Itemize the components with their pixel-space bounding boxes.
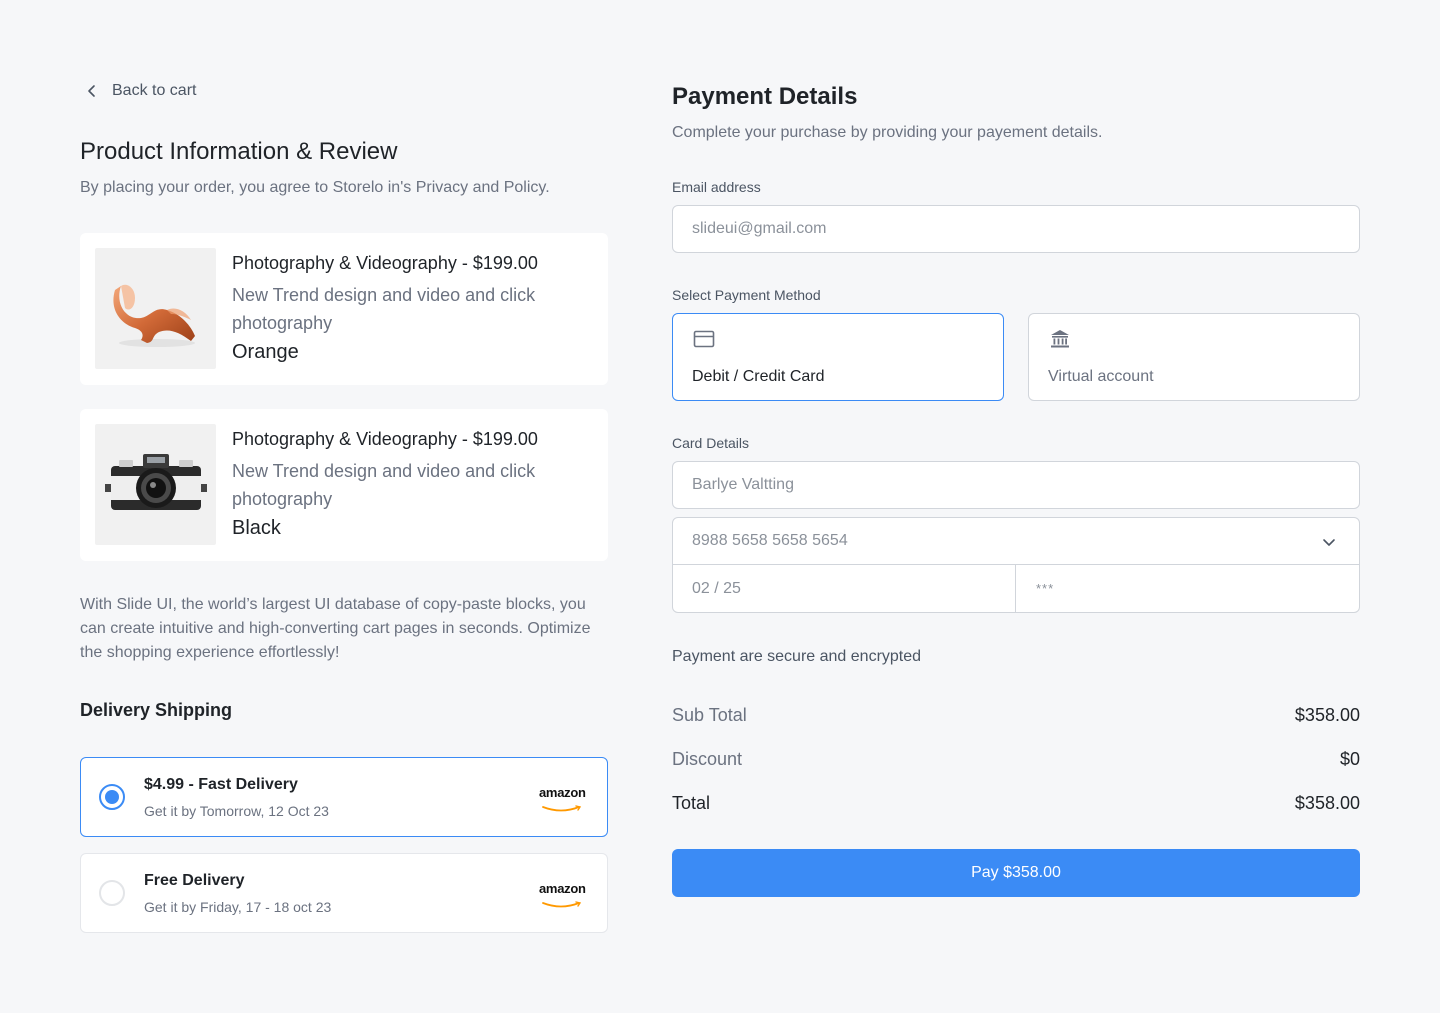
product-info: Photography & Videography - $199.00 New … bbox=[232, 251, 592, 365]
card-expiry-field[interactable]: 02 / 25 bbox=[673, 565, 1016, 612]
amazon-logo: amazon bbox=[539, 882, 587, 908]
payment-method-virtual-account[interactable]: Virtual account bbox=[1028, 313, 1360, 401]
product-color: Black bbox=[232, 517, 281, 539]
delivery-option-fast[interactable]: $4.99 - Fast Delivery Get it by Tomorrow… bbox=[80, 757, 608, 837]
card-details-label: Card Details bbox=[672, 435, 750, 451]
card-number-group: 8988 5658 5658 5654 02 / 25 *** bbox=[672, 517, 1360, 613]
payment-method-label-virtual: Virtual account bbox=[1048, 368, 1154, 385]
pay-button[interactable]: Pay $358.00 bbox=[672, 849, 1360, 897]
credit-card-icon bbox=[693, 330, 715, 348]
product-description: New Trend design and video and click pho… bbox=[232, 285, 536, 333]
delivery-option-eta: Get it by Tomorrow, 12 Oct 23 bbox=[144, 803, 329, 819]
email-field[interactable]: slideui@gmail.com bbox=[672, 205, 1360, 253]
product-title: Photography & Videography - $199.00 bbox=[232, 253, 538, 273]
card-number-field[interactable]: 8988 5658 5658 5654 bbox=[673, 518, 1359, 565]
card-number-value: 8988 5658 5658 5654 bbox=[692, 532, 848, 549]
payment-title: Payment Details bbox=[672, 83, 858, 110]
radio-unselected[interactable] bbox=[99, 880, 125, 906]
promo-blurb: With Slide UI, the world’s largest UI da… bbox=[80, 596, 591, 661]
summary-row-discount: Discount $0 bbox=[672, 749, 1360, 770]
payment-method-label-card: Debit / Credit Card bbox=[692, 368, 825, 385]
product-image-orange-chair bbox=[95, 248, 216, 369]
summary-value: $358.00 bbox=[1294, 793, 1360, 813]
payment-method-card[interactable]: Debit / Credit Card bbox=[672, 313, 1004, 401]
payment-subtitle: Complete your purchase by providing your… bbox=[672, 124, 1103, 141]
chevron-down-icon[interactable] bbox=[1321, 534, 1337, 550]
checkout-page: Back to cart Product Information & Revie… bbox=[0, 0, 1440, 1013]
amazon-logo: amazon bbox=[539, 786, 587, 812]
card-cvc-field[interactable]: *** bbox=[1016, 565, 1359, 612]
delivery-option-eta: Get it by Friday, 17 - 18 oct 23 bbox=[144, 899, 332, 915]
payment-method-label: Select Payment Method bbox=[672, 287, 821, 303]
product-title: Photography & Videography - $199.00 bbox=[232, 429, 538, 449]
summary-row-total: Total $358.00 bbox=[672, 793, 1360, 814]
summary-label: Sub Total bbox=[672, 705, 747, 725]
product-card: Photography & Videography - $199.00 New … bbox=[80, 409, 608, 561]
delivery-option-free[interactable]: Free Delivery Get it by Friday, 17 - 18 … bbox=[80, 853, 608, 933]
summary-row-subtotal: Sub Total $358.00 bbox=[672, 705, 1360, 726]
delivery-title: Delivery Shipping bbox=[80, 700, 233, 720]
agreement-text: By placing your order, you agree to Stor… bbox=[80, 179, 550, 196]
review-title: Product Information & Review bbox=[80, 138, 398, 165]
summary-label: Total bbox=[672, 793, 711, 813]
delivery-option-name: $4.99 - Fast Delivery bbox=[144, 776, 298, 793]
summary-value: $358.00 bbox=[1294, 705, 1360, 725]
back-to-cart-label: Back to cart bbox=[112, 82, 197, 99]
bank-icon bbox=[1051, 330, 1069, 348]
email-label: Email address bbox=[672, 179, 761, 195]
product-description: New Trend design and video and click pho… bbox=[232, 461, 536, 509]
product-info: Photography & Videography - $199.00 New … bbox=[232, 427, 592, 541]
delivery-option-name: Free Delivery bbox=[144, 872, 245, 889]
radio-selected[interactable] bbox=[99, 784, 125, 810]
chevron-left-icon bbox=[88, 85, 95, 97]
product-image-vintage-camera bbox=[95, 424, 216, 545]
product-color: Orange bbox=[232, 341, 299, 363]
back-to-cart-link[interactable]: Back to cart bbox=[84, 82, 196, 100]
secure-note: Payment are secure and encrypted bbox=[672, 648, 922, 665]
summary-value: $0 bbox=[1339, 749, 1360, 769]
summary-label: Discount bbox=[672, 749, 743, 769]
cardholder-name-field[interactable]: Barlye Valtting bbox=[672, 461, 1360, 509]
product-card: Photography & Videography - $199.00 New … bbox=[80, 233, 608, 385]
